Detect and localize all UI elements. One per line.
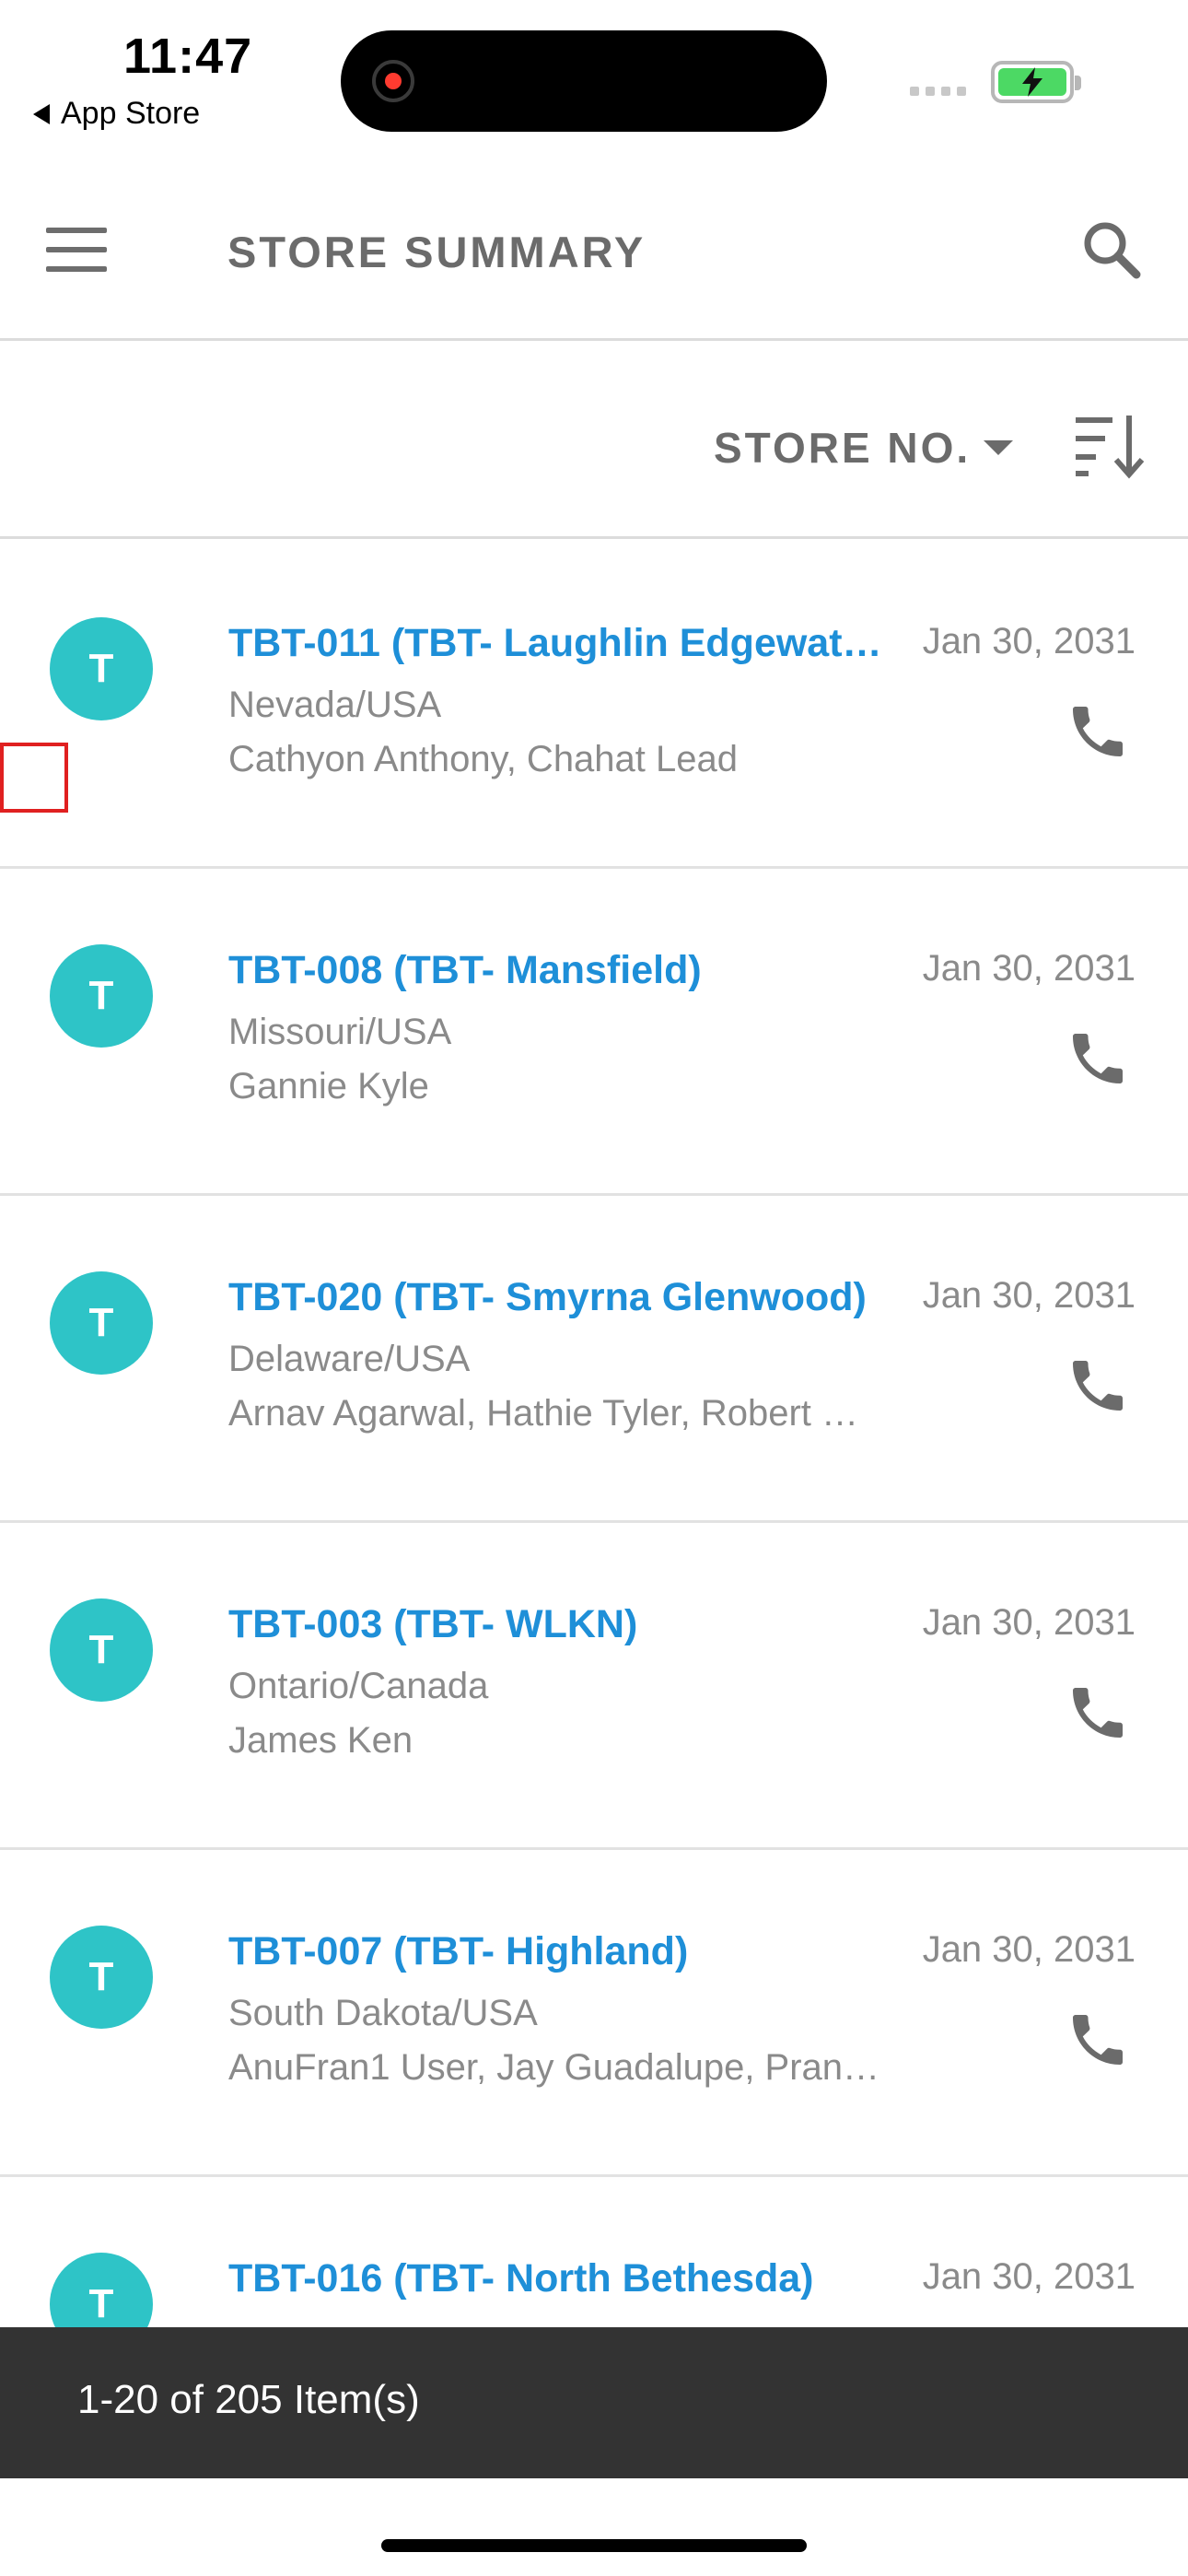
store-avatar: T <box>50 1598 153 1702</box>
store-avatar: T <box>50 2253 153 2329</box>
page-title: STORE SUMMARY <box>227 228 646 276</box>
sort-descending-icon <box>1076 416 1145 479</box>
store-list-item[interactable]: T TBT-007 (TBT- Highland) South Dakota/U… <box>0 1850 1188 2177</box>
store-location: Missouri/USA <box>228 1012 452 1052</box>
store-date: Jan 30, 2031 <box>922 1602 1136 1643</box>
store-location: South Dakota/USA <box>228 1993 538 2033</box>
store-contacts: Arnav Agarwal, Hathie Tyler, Robert … <box>228 1393 859 1434</box>
call-button[interactable] <box>1065 1680 1131 1746</box>
pagination-bar: 1-20 of 205 Item(s) <box>0 2327 1188 2478</box>
store-location: Delaware/USA <box>228 1339 471 1379</box>
store-contacts: Gannie Kyle <box>228 1066 429 1107</box>
store-list-item[interactable]: T TBT-016 (TBT- North Bethesda) Jan 30, … <box>0 2177 1188 2329</box>
store-contacts: Cathyon Anthony, Chahat Lead <box>228 739 739 779</box>
call-button[interactable] <box>1065 1025 1131 1092</box>
store-list-item[interactable]: T TBT-003 (TBT- WLKN) Ontario/Canada Jam… <box>0 1523 1188 1850</box>
store-date: Jan 30, 2031 <box>922 2256 1136 2297</box>
sort-field-label: STORE NO. <box>714 424 972 472</box>
store-contacts: AnuFran1 User, Jay Guadalupe, Pran… <box>228 2047 880 2088</box>
search-button[interactable] <box>1079 217 1144 282</box>
status-time: 11:47 <box>123 29 253 84</box>
store-date: Jan 30, 2031 <box>922 1929 1136 1970</box>
cellular-signal-icon <box>910 87 966 96</box>
search-icon <box>1084 222 1141 279</box>
charging-bolt-icon <box>1022 67 1042 97</box>
screen-recording-icon <box>372 60 414 102</box>
store-location: Ontario/Canada <box>228 1666 489 1706</box>
call-button[interactable] <box>1065 1352 1131 1419</box>
store-list-item[interactable]: T TBT-011 (TBT- Laughlin Edgewat… Nevada… <box>0 542 1188 869</box>
sort-bar: STORE NO. <box>0 344 1188 539</box>
store-date: Jan 30, 2031 <box>922 621 1136 662</box>
sort-order-button[interactable] <box>1074 408 1147 482</box>
sort-field-dropdown[interactable]: STORE NO. <box>714 423 1014 473</box>
store-avatar: T <box>50 944 153 1048</box>
store-avatar: T <box>50 1926 153 2029</box>
store-date: Jan 30, 2031 <box>922 948 1136 989</box>
call-button[interactable] <box>1065 2007 1131 2073</box>
store-name-link[interactable]: TBT-011 (TBT- Laughlin Edgewat… <box>228 621 891 666</box>
phone-icon <box>1073 1361 1123 1411</box>
phone-icon <box>1073 707 1123 756</box>
hamburger-menu-icon <box>46 228 107 233</box>
store-name-link[interactable]: TBT-007 (TBT- Highland) <box>228 1929 891 1974</box>
back-app-label: App Store <box>61 96 201 131</box>
dynamic-island <box>341 30 827 132</box>
store-list[interactable]: T TBT-011 (TBT- Laughlin Edgewat… Nevada… <box>0 542 1188 2329</box>
status-bar: 11:47 App Store <box>0 0 1188 138</box>
phone-icon <box>1073 1688 1123 1738</box>
store-contacts: James Ken <box>228 1720 413 1761</box>
back-to-app-store-link[interactable]: App Store <box>33 96 200 132</box>
app-header: STORE SUMMARY <box>0 138 1188 341</box>
chevron-down-icon <box>984 440 1014 455</box>
back-arrow-icon <box>33 103 50 124</box>
call-button[interactable] <box>1065 698 1131 765</box>
phone-icon <box>1073 2015 1123 2065</box>
store-name-link[interactable]: TBT-020 (TBT- Smyrna Glenwood) <box>228 1275 891 1320</box>
battery-icon <box>991 61 1081 103</box>
menu-button[interactable] <box>46 228 107 272</box>
store-avatar: T <box>50 617 153 720</box>
store-list-item[interactable]: T TBT-020 (TBT- Smyrna Glenwood) Delawar… <box>0 1196 1188 1523</box>
store-avatar: T <box>50 1271 153 1375</box>
store-location: Nevada/USA <box>228 685 442 725</box>
phone-icon <box>1073 1034 1123 1083</box>
select-checkbox[interactable] <box>0 743 68 813</box>
home-indicator[interactable] <box>381 2539 807 2552</box>
store-name-link[interactable]: TBT-003 (TBT- WLKN) <box>228 1602 891 1647</box>
store-name-link[interactable]: TBT-008 (TBT- Mansfield) <box>228 948 891 993</box>
store-date: Jan 30, 2031 <box>922 1275 1136 1316</box>
store-name-link[interactable]: TBT-016 (TBT- North Bethesda) <box>228 2256 891 2301</box>
pagination-count: 1-20 of 205 Item(s) <box>77 2377 420 2422</box>
store-list-item[interactable]: T TBT-008 (TBT- Mansfield) Missouri/USA … <box>0 869 1188 1196</box>
